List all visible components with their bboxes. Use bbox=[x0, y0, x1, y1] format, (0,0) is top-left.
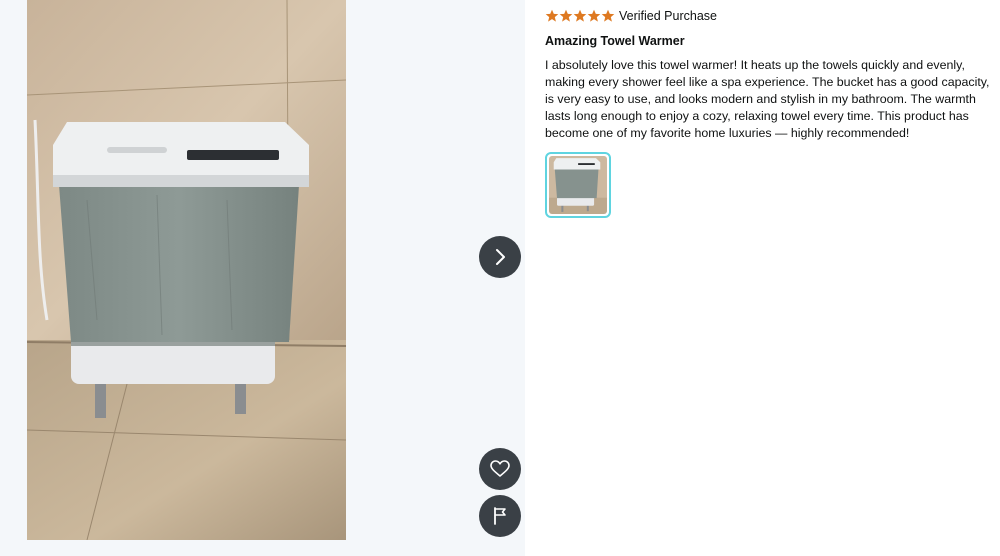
star-icon bbox=[601, 9, 615, 22]
rating-row: Verified Purchase bbox=[545, 7, 990, 24]
star-icon bbox=[545, 9, 559, 22]
heart-icon bbox=[490, 460, 510, 477]
like-button[interactable] bbox=[479, 448, 521, 490]
flag-icon bbox=[494, 507, 506, 525]
verified-purchase-label: Verified Purchase bbox=[619, 8, 717, 23]
chevron-right-icon bbox=[496, 249, 505, 265]
review-image-thumbnail[interactable] bbox=[545, 152, 611, 218]
review-photo bbox=[27, 0, 346, 540]
star-rating bbox=[545, 9, 615, 23]
review-panel: Verified Purchase Amazing Towel Warmer I… bbox=[545, 7, 990, 218]
review-image-viewer bbox=[0, 0, 525, 556]
next-image-button[interactable] bbox=[479, 236, 521, 278]
review-body: I absolutely love this towel warmer! It … bbox=[545, 58, 990, 140]
review-title: Amazing Towel Warmer bbox=[545, 34, 685, 48]
star-icon bbox=[573, 9, 587, 22]
thumbnail-image bbox=[549, 156, 607, 214]
star-icon bbox=[587, 9, 601, 22]
star-icon bbox=[559, 9, 573, 22]
towel-warmer-photo bbox=[27, 0, 346, 540]
report-button[interactable] bbox=[479, 495, 521, 537]
